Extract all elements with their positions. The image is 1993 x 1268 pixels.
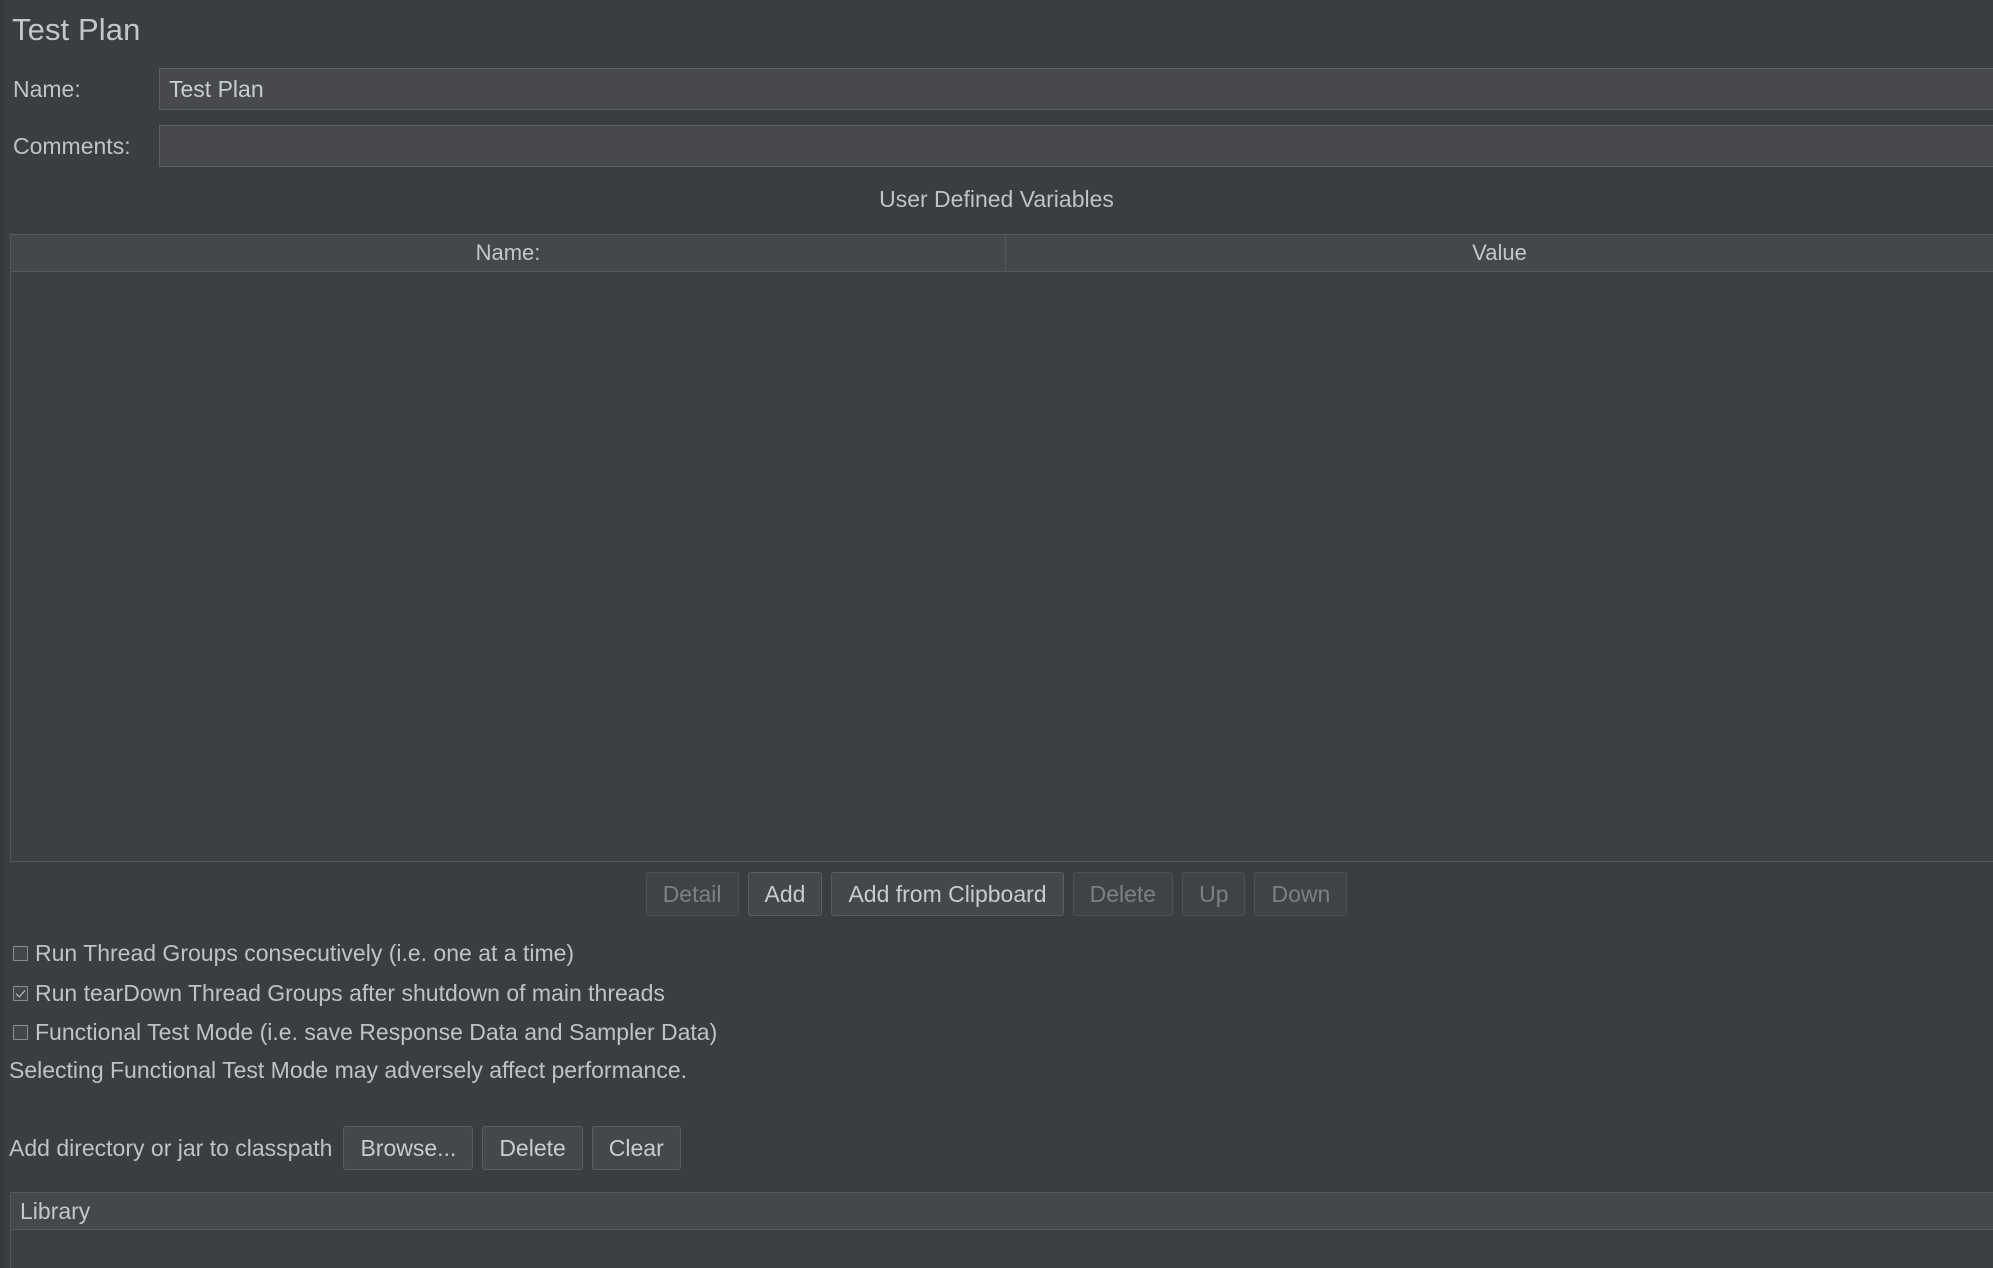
classpath-label: Add directory or jar to classpath — [9, 1134, 333, 1161]
functional-test-mode-label: Functional Test Mode (i.e. save Response… — [35, 1019, 718, 1045]
column-header-library[interactable]: Library — [11, 1193, 1993, 1230]
classpath-delete-button-label: Delete — [499, 1134, 566, 1161]
user-defined-variables-table: Name: Value — [10, 234, 1993, 862]
name-field-row: Name: Test Plan — [4, 68, 1993, 110]
add-from-clipboard-button[interactable]: Add from Clipboard — [831, 872, 1064, 916]
library-table-body[interactable] — [11, 1230, 1993, 1268]
delete-button-label: Delete — [1089, 880, 1157, 907]
name-label: Name: — [13, 75, 81, 102]
checkbox-checked-icon[interactable] — [13, 986, 28, 1001]
user-defined-variables-caption: User Defined Variables — [879, 186, 1114, 212]
up-button-label: Up — [1199, 880, 1229, 907]
add-from-clipboard-button-label: Add from Clipboard — [848, 880, 1047, 907]
functional-test-mode-note: Selecting Functional Test Mode may adver… — [9, 1057, 687, 1083]
up-button[interactable]: Up — [1182, 872, 1246, 916]
page-title: Test Plan — [12, 12, 141, 47]
run-thread-groups-consecutively-checkbox-row[interactable]: Run Thread Groups consecutively (i.e. on… — [13, 940, 574, 967]
checkbox-icon[interactable] — [13, 946, 28, 961]
add-button-label: Add — [764, 880, 806, 907]
comments-label: Comments: — [13, 132, 131, 159]
browse-button-label: Browse... — [360, 1134, 457, 1161]
detail-button-label: Detail — [662, 880, 722, 907]
classpath-clear-button[interactable]: Clear — [591, 1126, 681, 1170]
down-button-label: Down — [1271, 880, 1331, 907]
classpath-delete-button[interactable]: Delete — [482, 1126, 583, 1170]
run-teardown-thread-groups-label: Run tearDown Thread Groups after shutdow… — [35, 980, 665, 1006]
column-header-name[interactable]: Name: — [11, 235, 1006, 271]
detail-button[interactable]: Detail — [645, 872, 739, 916]
run-teardown-thread-groups-checkbox-row[interactable]: Run tearDown Thread Groups after shutdow… — [13, 980, 665, 1007]
classpath-toolbar: Add directory or jar to classpath Browse… — [9, 1126, 681, 1170]
comments-input[interactable] — [159, 125, 1993, 167]
add-button[interactable]: Add — [747, 872, 823, 916]
table-body[interactable] — [11, 272, 1993, 861]
comments-field-row: Comments: — [4, 125, 1993, 167]
delete-button[interactable]: Delete — [1072, 872, 1174, 916]
variable-actions-toolbar: Detail Add Add from Clipboard Delete Up … — [0, 872, 1993, 916]
classpath-clear-button-label: Clear — [608, 1134, 664, 1161]
functional-test-mode-checkbox-row[interactable]: Functional Test Mode (i.e. save Response… — [13, 1019, 717, 1046]
name-input-value: Test Plan — [169, 75, 264, 102]
table-header-row: Name: Value — [11, 235, 1993, 272]
name-input[interactable]: Test Plan — [159, 68, 1993, 110]
library-table: Library — [10, 1192, 1993, 1268]
column-header-value[interactable]: Value — [1006, 235, 1993, 271]
test-plan-panel: Test Plan Name: Test Plan Comments: User… — [0, 0, 1993, 1268]
checkbox-icon[interactable] — [13, 1025, 28, 1040]
browse-button[interactable]: Browse... — [343, 1126, 474, 1170]
run-thread-groups-consecutively-label: Run Thread Groups consecutively (i.e. on… — [35, 940, 575, 966]
down-button[interactable]: Down — [1254, 872, 1348, 916]
